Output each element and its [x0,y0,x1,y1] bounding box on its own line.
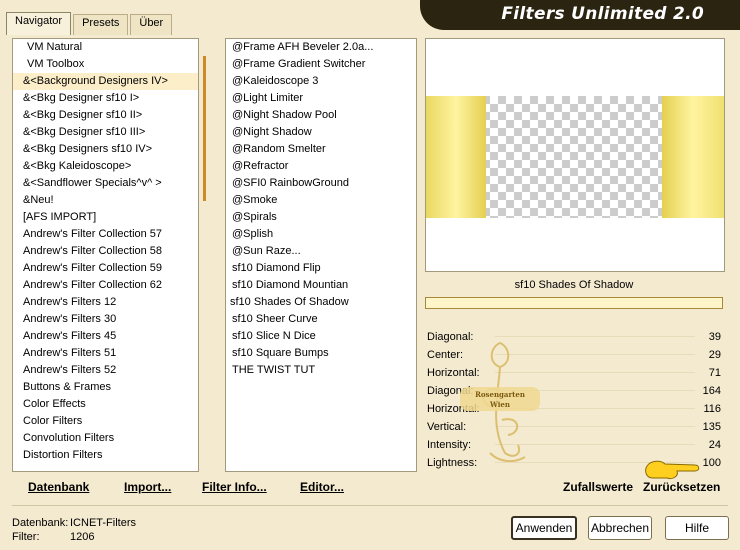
category-item[interactable]: Andrew's Filter Collection 58 [13,243,198,260]
filter-item[interactable]: sf10 Diamond Flip [226,260,416,277]
filter-item[interactable]: @Splish [226,226,416,243]
tab-presets[interactable]: Presets [73,14,129,35]
filter-item[interactable]: sf10 Square Bumps [226,345,416,362]
param-value: 71 [708,367,721,379]
filter-info-label: Filter Info... [202,480,267,494]
zuruecksetzen-button[interactable]: Zurücksetzen [643,480,720,494]
category-item[interactable]: Andrew's Filters 30 [13,311,198,328]
filter-item[interactable]: @Sun Raze... [226,243,416,260]
filter-count-label: Filter: [12,531,40,543]
preview-shape-right [662,96,724,218]
progress-bar [425,297,723,309]
param-value: 29 [708,349,721,361]
selected-filter-name: sf10 Shades Of Shadow [425,275,723,295]
panel-divider [215,38,223,470]
param-value: 39 [708,331,721,343]
category-item[interactable]: &<Bkg Designers sf10 IV> [13,141,198,158]
datenbank-label: Datenbank [28,480,90,494]
selected-filter-highlight: sf10 Shades Of Shadow [230,296,349,308]
param-value: 116 [703,403,721,415]
tab-about[interactable]: Über [130,14,173,35]
category-item[interactable]: Color Filters [13,413,198,430]
filter-item[interactable]: sf10 Shades Of Shadow [226,294,416,311]
tab-bar: Navigator Presets Über [6,12,174,35]
db-label: Datenbank: [12,517,69,529]
filter-item[interactable]: THE TWIST TUT [226,362,416,379]
filter-item[interactable]: @Spirals [226,209,416,226]
bottom-toolbar: Datenbank Import... Filter Info... Edito… [12,474,724,498]
category-item[interactable]: Distortion Filters [13,447,198,464]
filter-item[interactable]: sf10 Slice N Dice [226,328,416,345]
scrollbar-thumb[interactable] [203,56,206,201]
filter-item[interactable]: sf10 Diamond Mountian [226,277,416,294]
import-button[interactable]: Import... [124,480,171,494]
category-item[interactable]: Andrew's Filters 52 [13,362,198,379]
param-value: 24 [708,439,721,451]
app-title: Filters Unlimited 2.0 [501,4,704,24]
filter-count-value: 1206 [70,531,95,543]
editor-button[interactable]: Editor... [300,480,344,494]
category-item[interactable]: &<Bkg Designer sf10 I> [13,90,198,107]
watermark-line1: Rosengarten [475,390,525,399]
import-label: Import... [124,480,172,494]
category-item[interactable]: &<Bkg Designer sf10 II> [13,107,198,124]
category-item[interactable]: &<Bkg Kaleidoscope> [13,158,198,175]
filter-item[interactable]: @SFI0 RainbowGround [226,175,416,192]
filter-item[interactable]: sf10 Sheer Curve [226,311,416,328]
preview-shape-left [426,96,486,218]
title-banner: Filters Unlimited 2.0 [420,0,740,30]
category-item[interactable]: Convolution Filters [13,430,198,447]
apply-button[interactable]: Anwenden [511,516,577,540]
category-item[interactable]: Color Effects [13,396,198,413]
category-list[interactable]: VM Natural VM Toolbox &<Background Designe… [12,38,199,472]
category-item[interactable]: [AFS IMPORT] [13,209,198,226]
category-item[interactable]: &<Bkg Designer sf10 III> [13,124,198,141]
param-label: Center: [427,349,464,361]
filter-item[interactable]: @Night Shadow Pool [226,107,416,124]
category-item[interactable]: Andrew's Filter Collection 62 [13,277,198,294]
param-value: 135 [702,421,721,433]
category-scrollbar[interactable] [199,38,213,470]
pointing-hand-icon [645,460,700,479]
category-item[interactable]: Buttons & Frames [13,379,198,396]
filter-item[interactable]: @Smoke [226,192,416,209]
filter-item[interactable]: @Random Smelter [226,141,416,158]
filter-item[interactable]: @Night Shadow [226,124,416,141]
tab-navigator[interactable]: Navigator [6,12,72,35]
filters-unlimited-window: Filters Unlimited 2.0 Navigator Presets … [0,0,740,550]
status-separator [12,505,728,506]
filter-item[interactable]: @Frame Gradient Switcher [226,56,416,73]
category-item[interactable]: Andrew's Filter Collection 59 [13,260,198,277]
datenbank-button[interactable]: Datenbank [28,480,89,494]
db-value: ICNET-Filters [70,517,136,529]
param-value: 164 [702,385,721,397]
category-item[interactable]: &<Sandflower Specials^v^ > [13,175,198,192]
category-item[interactable]: Andrew's Filters 12 [13,294,198,311]
category-item[interactable]: Andrew's Filter Collection 57 [13,226,198,243]
zufallswerte-button[interactable]: Zufallswerte [563,480,633,494]
rosengarten-watermark-logo: Rosengarten Wien [460,341,540,463]
category-item[interactable]: &<Background Designers IV> [13,73,198,90]
help-button[interactable]: Hilfe [665,516,729,540]
cancel-button[interactable]: Abbrechen [588,516,652,540]
category-item[interactable]: &Neu! [13,192,198,209]
category-item[interactable]: VM Toolbox [13,56,198,73]
status-area: Datenbank: ICNET-Filters Filter: 1206 [12,516,136,544]
watermark-line2: Wien [489,400,510,409]
filter-item[interactable]: @Frame AFH Beveler 2.0a... [226,39,416,56]
filter-item[interactable]: @Light Limiter [226,90,416,107]
filter-item[interactable]: @Kaleidoscope 3 [226,73,416,90]
param-value: 100 [702,457,721,469]
filter-item[interactable]: @Refractor [226,158,416,175]
filter-list[interactable]: @Frame AFH Beveler 2.0a... @Frame Gradien… [225,38,417,472]
category-item[interactable]: Andrew's Filters 51 [13,345,198,362]
preview-pane [425,38,725,272]
category-item[interactable]: Andrew's Filters 45 [13,328,198,345]
editor-label: Editor... [300,480,345,494]
filter-info-button[interactable]: Filter Info... [202,480,267,494]
category-item[interactable]: VM Natural [13,39,198,56]
